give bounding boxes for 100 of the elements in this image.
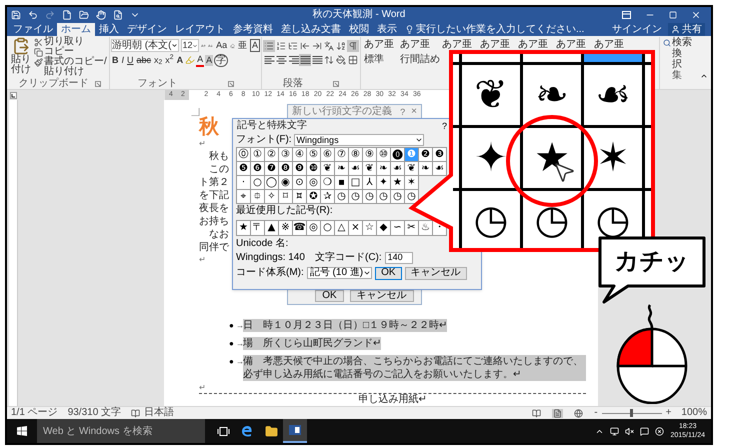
symbol-cell[interactable]: ☎: [293, 221, 307, 236]
font-dropdown[interactable]: Wingdings: [294, 134, 424, 146]
symbol-cell[interactable]: ❦: [405, 162, 419, 176]
ribbon-tab[interactable]: ホーム: [57, 23, 95, 36]
symbol-cell[interactable]: ❺: [237, 162, 251, 176]
symbol-cell[interactable]: ❦: [363, 162, 377, 176]
symbol-cell[interactable]: ⯐: [251, 190, 265, 204]
ribbon-tab[interactable]: デザイン: [123, 23, 171, 36]
ribbon-tab[interactable]: 差し込み文書: [277, 23, 345, 36]
symbol-cell[interactable]: ◷: [335, 190, 349, 204]
symbol-cell[interactable]: ④: [293, 148, 307, 162]
taskbar-search-field[interactable]: Web と Windows を検索: [37, 419, 205, 443]
style-gallery-item[interactable]: あア亜: [556, 39, 594, 51]
symbol-cell[interactable]: 〒: [251, 221, 265, 236]
symbol-cell[interactable]: ⅄: [363, 176, 377, 190]
style-gallery-item[interactable]: あア亜 標準: [364, 39, 400, 66]
symbol-cell[interactable]: ☙: [391, 162, 405, 176]
symbol-cell[interactable]: ⓿: [391, 148, 405, 162]
symbol-cell[interactable]: ③: [279, 148, 293, 162]
symbol-cell[interactable]: ❼: [265, 162, 279, 176]
clipboard-command[interactable]: コピー: [34, 47, 108, 57]
symbol-cell[interactable]: ◷: [349, 190, 363, 204]
dialog-button[interactable]: キャンセル: [404, 266, 467, 280]
symbol-cell[interactable]: ○: [321, 221, 335, 236]
symbol-cell[interactable]: ❦: [321, 162, 335, 176]
clipboard-command[interactable]: 切り取り: [34, 37, 108, 47]
ribbon-tab[interactable]: レイアウト: [171, 23, 229, 36]
symbol-cell[interactable]: ▲: [265, 221, 279, 236]
editing-command[interactable]: 換: [663, 48, 711, 59]
format-button[interactable]: Aa: [215, 40, 228, 51]
search-button[interactable]: 検索: [663, 37, 711, 48]
symbol-cell[interactable]: ☆: [363, 221, 377, 236]
format-button[interactable]: x$_{2}$: [153, 54, 164, 66]
symbol-cell[interactable]: ★: [391, 176, 405, 190]
symbol-cell[interactable]: □: [349, 176, 363, 190]
symbol-cell[interactable]: ※: [279, 221, 293, 236]
symbol-cell[interactable]: ❧: [335, 162, 349, 176]
symbol-cell[interactable]: ◯: [265, 176, 279, 190]
format-button[interactable]: A: [205, 54, 214, 66]
symbol-cell[interactable]: ✂: [405, 221, 419, 236]
tell-me-field[interactable]: 実行したい作業を入力してください...: [405, 23, 594, 36]
code-system-dropdown[interactable]: 記号 (10 進): [306, 267, 372, 279]
symbol-cell[interactable]: ⌖: [237, 190, 251, 204]
paste-button[interactable]: 貼り付け: [10, 37, 32, 78]
symbol-cell[interactable]: ⓪: [237, 148, 251, 162]
format-button[interactable]: x$^{2}$: [164, 54, 175, 66]
symbol-cell[interactable]: ❷: [419, 148, 433, 162]
symbol-cell[interactable]: ○: [251, 176, 265, 190]
symbol-cell[interactable]: ❽: [279, 162, 293, 176]
dialog-button[interactable]: キャンセル: [350, 290, 414, 302]
symbol-cell[interactable]: ✶: [405, 176, 419, 190]
symbol-cell[interactable]: ◎: [307, 221, 321, 236]
symbol-cell[interactable]: ☙: [349, 162, 363, 176]
symbol-cell[interactable]: ❻: [251, 162, 265, 176]
ribbon-tab[interactable]: 表示: [373, 23, 401, 36]
symbol-cell[interactable]: ⑤: [307, 148, 321, 162]
zoom-in-button[interactable]: +: [666, 407, 672, 419]
ribbon-tab[interactable]: 挿入: [95, 23, 123, 36]
dialog-button[interactable]: OK: [315, 290, 344, 302]
ribbon-tab[interactable]: 参考資料: [229, 23, 277, 36]
symbol-cell[interactable]: ◎: [307, 176, 321, 190]
symbol-cell[interactable]: ◉: [279, 176, 293, 190]
clipboard-command[interactable]: 書式のコピー/貼り付け: [34, 57, 108, 77]
style-gallery-item[interactable]: あア亜: [594, 39, 632, 51]
symbol-cell[interactable]: ◷: [391, 190, 405, 204]
symbol-cell[interactable]: ◆: [377, 221, 391, 236]
ribbon-tab[interactable]: ファイル: [9, 23, 57, 36]
symbol-cell[interactable]: ❧: [377, 162, 391, 176]
style-gallery-item[interactable]: あア亜 行間詰め: [400, 39, 442, 66]
close-button[interactable]: ×: [411, 106, 417, 118]
ribbon-tab[interactable]: 校閲: [345, 23, 373, 36]
symbol-cell[interactable]: ☙: [433, 162, 447, 176]
help-button[interactable]: ?: [400, 106, 406, 118]
symbol-cell[interactable]: ❧: [419, 162, 433, 176]
format-button[interactable]: I: [120, 54, 126, 66]
symbol-cell[interactable]: ①: [251, 148, 265, 162]
symbol-cell[interactable]: ×: [349, 221, 363, 236]
symbol-cell[interactable]: ✪: [307, 190, 321, 204]
symbol-cell[interactable]: ∽: [391, 221, 405, 236]
format-button[interactable]: A: [250, 39, 260, 52]
format-button[interactable]: 字: [214, 54, 228, 66]
share-button[interactable]: 共有: [668, 23, 705, 36]
zoom-out-button[interactable]: -: [594, 407, 598, 419]
symbol-cell[interactable]: ❍: [321, 176, 335, 190]
dialog-button[interactable]: OK: [375, 266, 402, 280]
style-gallery-item[interactable]: あア亜: [480, 39, 518, 51]
symbol-cell[interactable]: ⑨: [363, 148, 377, 162]
symbol-cell[interactable]: ⑧: [349, 148, 363, 162]
format-button[interactable]: 亜: [236, 40, 248, 51]
symbol-cell[interactable]: ◷: [405, 190, 419, 204]
symbol-cell[interactable]: ❸: [433, 148, 447, 162]
character-code-field[interactable]: 140: [384, 252, 413, 264]
font-name-field[interactable]: 游明朝 (本文(: [111, 39, 180, 52]
symbol-cell[interactable]: ⑥: [321, 148, 335, 162]
symbol-cell[interactable]: △: [335, 221, 349, 236]
font-size-field[interactable]: 12: [181, 39, 200, 52]
symbol-cell[interactable]: ⌑: [279, 190, 293, 204]
sign-in-link[interactable]: サインイン: [612, 23, 662, 36]
symbol-cell[interactable]: ♨: [419, 221, 433, 236]
symbol-cell[interactable]: ▪: [335, 176, 349, 190]
